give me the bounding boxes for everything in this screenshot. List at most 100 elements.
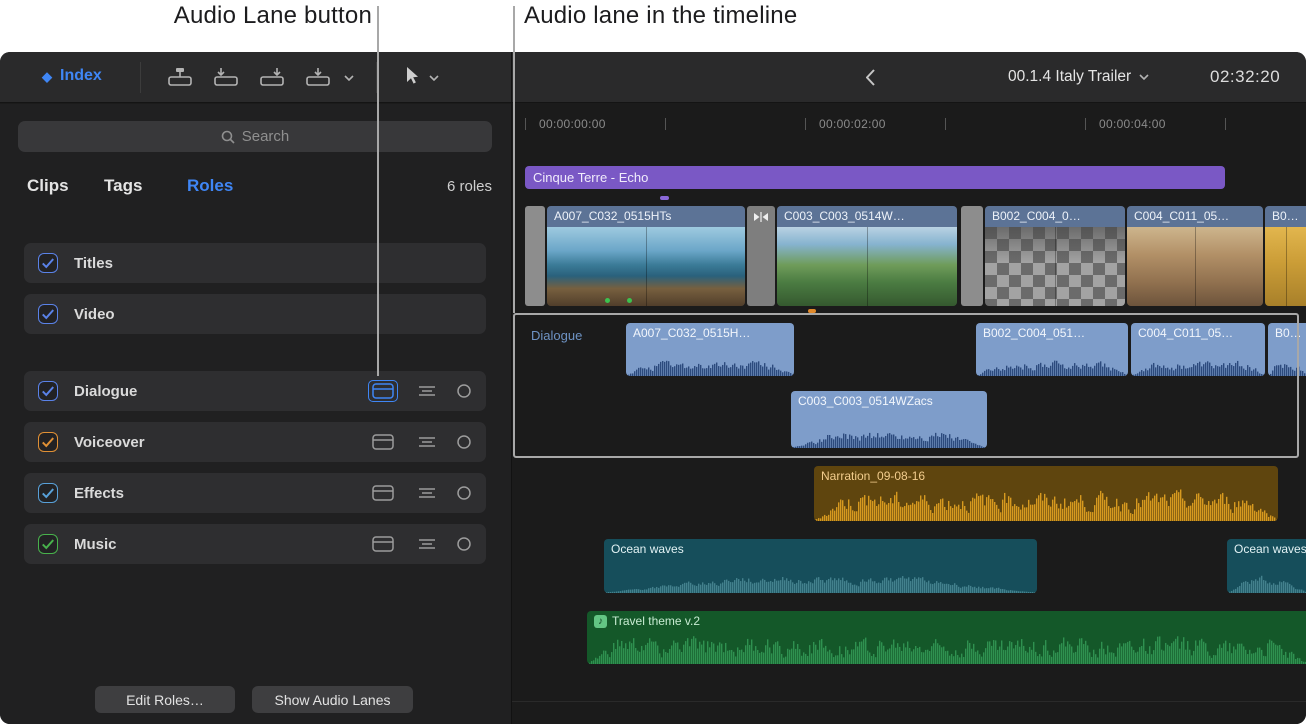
waveform: [1268, 346, 1306, 376]
checkmark-icon: [41, 436, 55, 448]
append-edit-button[interactable]: [260, 67, 284, 87]
toolbar-divider: [140, 62, 141, 93]
audio-clip-music[interactable]: ♪ Travel theme v.2: [587, 611, 1306, 664]
role-name: Video: [74, 306, 115, 323]
tools-button[interactable]: [404, 66, 419, 86]
search-input[interactable]: Search: [18, 121, 492, 152]
screenshot-root: ◆ Index: [0, 0, 1306, 724]
subroles-button[interactable]: [417, 383, 437, 399]
audio-lane-icon: [372, 485, 394, 501]
audio-clip-narration[interactable]: Narration_09-08-16: [814, 466, 1278, 521]
edit-options-chevron[interactable]: [344, 75, 354, 81]
focus-button[interactable]: [456, 536, 472, 552]
focus-button[interactable]: [456, 485, 472, 501]
tab-clips[interactable]: Clips: [27, 176, 69, 196]
subroles-icon: [417, 485, 437, 501]
ruler-timecode: 00:00:04:00: [1099, 117, 1166, 131]
audio-clip-effects[interactable]: Ocean waves: [1227, 539, 1306, 593]
ruler-tick: [665, 118, 666, 130]
timeline-index-panel: Search Clips Tags Roles 6 roles Titles V…: [0, 104, 511, 724]
waveform: [626, 346, 794, 376]
role-row-effects[interactable]: Effects: [24, 473, 486, 513]
video-clip[interactable]: C003_C003_0514W…: [777, 206, 957, 306]
video-clip[interactable]: B002_C004_0…: [985, 206, 1125, 306]
audio-clip-effects[interactable]: Ocean waves: [604, 539, 1037, 593]
clip-handle[interactable]: [525, 206, 545, 306]
clip-name: B0…: [1268, 323, 1306, 340]
clip-name: A007_C032_0515HTs: [547, 206, 745, 227]
role-row-video[interactable]: Video: [24, 294, 486, 334]
timeline-back-button[interactable]: [866, 69, 876, 86]
audio-lane-button[interactable]: [368, 380, 398, 402]
toolbar: ◆ Index: [0, 52, 1306, 103]
overwrite-edit-button[interactable]: [306, 67, 330, 87]
subroles-button[interactable]: [417, 434, 437, 450]
audio-clip[interactable]: C004_C011_05…: [1131, 323, 1265, 376]
annotation-audio-lane-timeline: Audio lane in the timeline: [524, 2, 797, 30]
connect-edit-button[interactable]: [168, 67, 192, 87]
waveform: [587, 630, 1306, 664]
search-placeholder: Search: [242, 128, 290, 145]
audio-lane-button[interactable]: [368, 482, 398, 504]
role-checkbox[interactable]: [38, 381, 58, 401]
show-audio-lanes-button[interactable]: Show Audio Lanes: [252, 686, 413, 713]
search-icon: [221, 130, 235, 144]
video-clip[interactable]: C004_C011_05…: [1127, 206, 1263, 306]
audio-clip[interactable]: A007_C032_0515H…: [626, 323, 794, 376]
edit-roles-button[interactable]: Edit Roles…: [95, 686, 235, 713]
checkmark-icon: [41, 538, 55, 550]
subroles-button[interactable]: [417, 485, 437, 501]
insert-edit-button[interactable]: [214, 67, 238, 87]
role-name: Titles: [74, 255, 113, 272]
clip-name: B0…: [1265, 206, 1306, 227]
role-name: Voiceover: [74, 434, 145, 451]
video-clip[interactable]: B0…: [1265, 206, 1306, 306]
clip-name: Travel theme v.2: [612, 614, 700, 628]
role-row-voiceover[interactable]: Voiceover: [24, 422, 486, 462]
ruler-timecode: 00:00:00:00: [539, 117, 606, 131]
audio-clip[interactable]: C003_C003_0514WZacs: [791, 391, 987, 448]
title-clip[interactable]: Cinque Terre - Echo: [525, 166, 1225, 189]
focus-circle-icon: [456, 383, 472, 399]
chevron-down-icon: [1139, 74, 1149, 80]
project-menu[interactable]: 00.1.4 Italy Trailer: [1008, 68, 1149, 86]
annotation-audio-lane-button: Audio Lane button: [174, 2, 372, 30]
focus-button[interactable]: [456, 434, 472, 450]
video-clip[interactable]: A007_C032_0515HTs: [547, 206, 745, 306]
waveform: [1131, 346, 1265, 376]
ruler-timecode: 00:00:02:00: [819, 117, 886, 131]
index-button[interactable]: ◆ Index: [42, 67, 102, 85]
transition-clip[interactable]: [747, 206, 775, 306]
waveform: [814, 483, 1278, 521]
tab-roles[interactable]: Roles: [187, 176, 233, 196]
checkmark-icon: [41, 257, 55, 269]
role-checkbox[interactable]: [38, 534, 58, 554]
panel-timeline-divider: [511, 52, 512, 724]
roles-count: 6 roles: [447, 178, 492, 195]
audio-lane-button[interactable]: [368, 431, 398, 453]
role-row-music[interactable]: Music: [24, 524, 486, 564]
audio-clip[interactable]: B0…: [1268, 323, 1306, 376]
checkmark-icon: [41, 308, 55, 320]
keyword-marker: [660, 196, 669, 200]
clip-name: A007_C032_0515H…: [626, 323, 794, 340]
audio-lane-button[interactable]: [368, 533, 398, 555]
role-row-titles[interactable]: Titles: [24, 243, 486, 283]
tools-chevron[interactable]: [429, 75, 439, 81]
role-checkbox[interactable]: [38, 253, 58, 273]
clip-name: Ocean waves: [1227, 539, 1306, 556]
tab-tags[interactable]: Tags: [104, 176, 142, 196]
connect-edit-icon: [168, 67, 192, 87]
audio-clip[interactable]: B002_C004_051…: [976, 323, 1128, 376]
clip-handle[interactable]: [961, 206, 983, 306]
role-checkbox[interactable]: [38, 432, 58, 452]
focus-button[interactable]: [456, 383, 472, 399]
ruler-tick: [1085, 118, 1086, 130]
focus-circle-icon: [456, 485, 472, 501]
role-checkbox[interactable]: [38, 483, 58, 503]
chevron-down-icon: [344, 75, 354, 81]
subroles-button[interactable]: [417, 536, 437, 552]
role-row-dialogue[interactable]: Dialogue: [24, 371, 486, 411]
role-checkbox[interactable]: [38, 304, 58, 324]
waveform: [976, 346, 1128, 376]
